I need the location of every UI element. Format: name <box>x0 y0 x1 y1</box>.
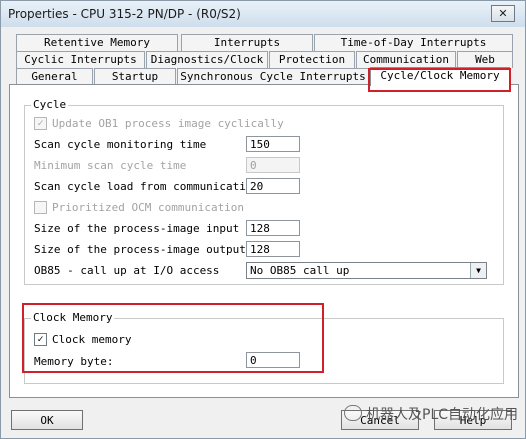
tab-startup[interactable]: Startup <box>94 68 176 85</box>
chevron-down-icon[interactable]: ▼ <box>470 263 486 278</box>
tab-communication[interactable]: Communication <box>356 51 456 68</box>
watermark-text: 机器人及PLC自动化应用 <box>366 407 519 423</box>
clock-memory-highlight <box>22 303 324 373</box>
tab-synchronous-cycle-interrupts[interactable]: Synchronous Cycle Interrupts <box>177 68 369 85</box>
prioritized-ocm-label: Prioritized OCM communication <box>52 201 245 214</box>
scan-load-input[interactable]: 20 <box>246 178 300 194</box>
tab-web[interactable]: Web <box>457 51 513 68</box>
title-bar: Properties - CPU 315-2 PN/DP - (R0/S2) ✕ <box>1 1 525 27</box>
tab-interrupts[interactable]: Interrupts <box>181 34 313 51</box>
pi-input-size-input[interactable]: 128 <box>246 220 300 236</box>
scan-load-label: Scan cycle load from communication <box>34 180 260 193</box>
pi-output-label: Size of the process-image output <box>34 243 246 256</box>
scan-monitoring-input[interactable]: 150 <box>246 136 300 152</box>
ob85-select[interactable]: No OB85 call up ▼ <box>246 262 487 279</box>
ob85-label: OB85 - call up at I/O access <box>34 264 220 277</box>
ok-button[interactable]: OK <box>11 410 83 430</box>
ob85-select-value: No OB85 call up <box>250 264 350 277</box>
cycle-group: Cycle <box>24 98 504 285</box>
scan-monitoring-label: Scan cycle monitoring time <box>34 138 207 151</box>
tab-time-of-day-interrupts[interactable]: Time-of-Day Interrupts <box>314 34 513 51</box>
prioritized-ocm-checkbox[interactable] <box>34 201 47 214</box>
pi-output-size-input[interactable]: 128 <box>246 241 300 257</box>
min-scan-label: Minimum scan cycle time <box>34 159 187 172</box>
cycle-group-title: Cycle <box>31 98 69 111</box>
pi-input-label: Size of the process-image input <box>34 222 240 235</box>
tab-retentive-memory[interactable]: Retentive Memory <box>16 34 178 51</box>
wechat-icon <box>344 405 362 421</box>
close-icon: ✕ <box>498 7 508 20</box>
tab-general[interactable]: General <box>16 68 93 85</box>
watermark: 机器人及PLC自动化应用 <box>344 404 518 424</box>
tab-diagnostics-clock[interactable]: Diagnostics/Clock <box>146 51 268 68</box>
window-title: Properties - CPU 315-2 PN/DP - (R0/S2) <box>8 7 241 21</box>
tab-protection[interactable]: Protection <box>269 51 355 68</box>
close-button[interactable]: ✕ <box>491 5 515 22</box>
update-ob1-checkbox[interactable]: ✓ <box>34 117 47 130</box>
min-scan-input[interactable]: 0 <box>246 157 300 173</box>
update-ob1-label: Update OB1 process image cyclically <box>52 117 284 130</box>
tab-cyclic-interrupts[interactable]: Cyclic Interrupts <box>16 51 145 68</box>
dialog-body: Retentive Memory Interrupts Time-of-Day … <box>1 27 525 438</box>
active-tab-highlight <box>368 68 511 92</box>
properties-window: Properties - CPU 315-2 PN/DP - (R0/S2) ✕… <box>0 0 526 439</box>
